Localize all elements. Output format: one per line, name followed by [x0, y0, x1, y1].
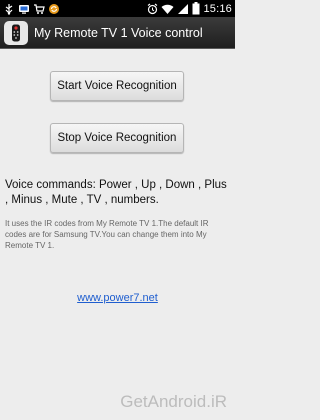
wifi-icon [161, 3, 174, 15]
stop-voice-recognition-button[interactable]: Stop Voice Recognition [50, 123, 184, 153]
alarm-icon [147, 3, 158, 15]
system-icons: 15:16 [147, 1, 232, 16]
usb-icon [3, 3, 15, 15]
page-title: My Remote TV 1 Voice control [34, 25, 203, 40]
status-bar: 15:16 [0, 0, 235, 17]
battery-icon [192, 2, 200, 15]
website-link[interactable]: www.power7.net [0, 292, 235, 304]
notification-icons [3, 2, 60, 15]
app-title-bar: My Remote TV 1 Voice control [0, 17, 235, 49]
clock: 15:16 [203, 2, 232, 15]
remote-icon[interactable] [4, 20, 28, 45]
voice-commands-text: Voice commands: Power , Up , Down , Plus… [5, 179, 227, 206]
info-text: It uses the IR codes from My Remote TV 1… [5, 219, 209, 250]
signal-icon [177, 3, 189, 15]
start-voice-recognition-button[interactable]: Start Voice Recognition [50, 71, 184, 101]
tv-icon [18, 3, 30, 15]
sync-icon [48, 3, 60, 15]
cart-icon [33, 3, 45, 15]
watermark: GetAndroid.iR [120, 392, 227, 411]
